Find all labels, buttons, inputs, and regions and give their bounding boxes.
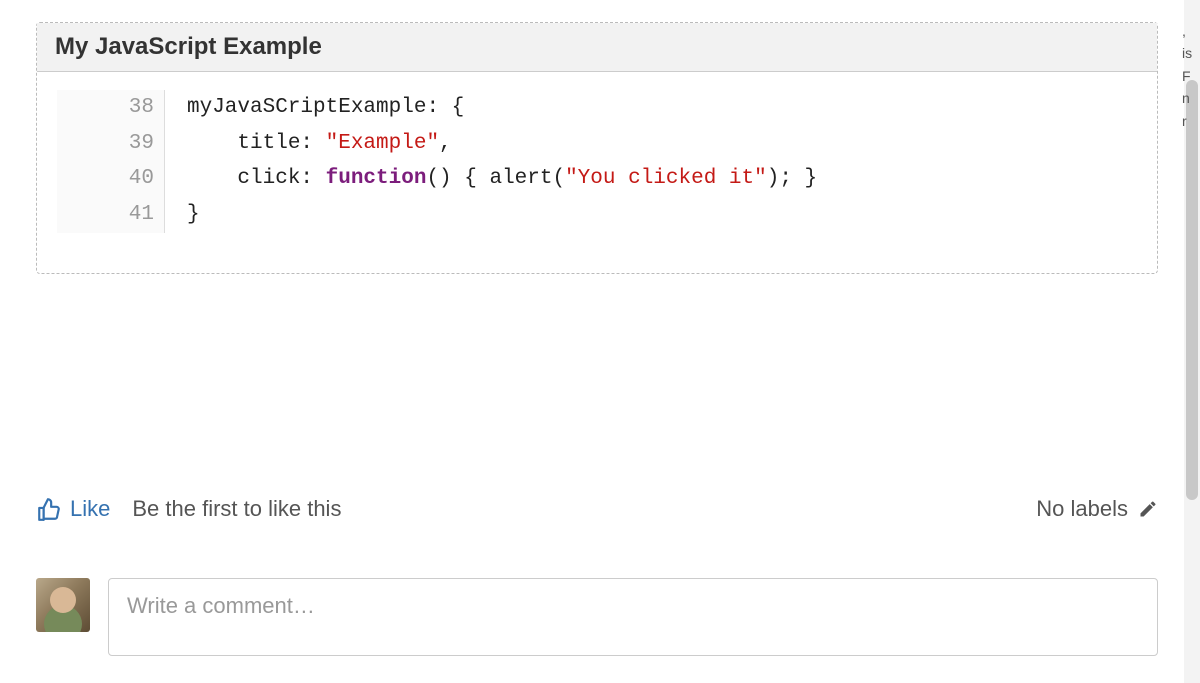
code-token: function xyxy=(326,167,427,190)
code-line: myJavaSCriptExample: { xyxy=(187,90,817,126)
line-number: 41 xyxy=(57,197,154,233)
code-token: click: xyxy=(187,167,326,190)
code-line: click: function() { alert("You clicked i… xyxy=(187,161,817,197)
edit-labels-button[interactable] xyxy=(1138,499,1158,519)
code-token: myJavaSCriptExample: { xyxy=(187,96,464,119)
code-panel-header: My JavaScript Example xyxy=(37,23,1157,72)
line-number: 39 xyxy=(57,126,154,162)
line-number: 40 xyxy=(57,161,154,197)
like-label: Like xyxy=(70,496,110,522)
code-line: } xyxy=(187,197,817,233)
social-row: Like Be the first to like this No labels xyxy=(36,496,1158,522)
code-token: , xyxy=(439,132,452,155)
code-panel-title: My JavaScript Example xyxy=(55,33,322,60)
code-body: 38394041 myJavaSCriptExample: { title: "… xyxy=(37,72,1157,273)
pencil-icon xyxy=(1138,499,1158,519)
code-token: "Example" xyxy=(326,132,439,155)
thumbs-up-icon xyxy=(36,496,62,522)
comment-input[interactable] xyxy=(108,578,1158,656)
no-labels-text: No labels xyxy=(1036,496,1128,522)
code-line-gutter: 38394041 xyxy=(57,90,165,233)
like-hint: Be the first to like this xyxy=(132,496,341,522)
labels-area: No labels xyxy=(1036,496,1158,522)
scrollbar-track[interactable] xyxy=(1184,0,1200,683)
code-line: title: "Example", xyxy=(187,126,817,162)
code-token: title: xyxy=(187,132,326,155)
avatar[interactable] xyxy=(36,578,90,632)
code-panel: My JavaScript Example 38394041 myJavaSCr… xyxy=(36,22,1158,274)
line-number: 38 xyxy=(57,90,154,126)
code-token: "You clicked it" xyxy=(565,167,767,190)
scrollbar-thumb[interactable] xyxy=(1186,80,1198,500)
like-button[interactable]: Like xyxy=(36,496,110,522)
page-root: My JavaScript Example 38394041 myJavaSCr… xyxy=(0,0,1200,683)
code-token: () { alert( xyxy=(426,167,565,190)
code-token: } xyxy=(187,203,200,226)
code-content[interactable]: myJavaSCriptExample: { title: "Example",… xyxy=(165,90,817,233)
code-token: ); } xyxy=(767,167,817,190)
comment-row xyxy=(36,578,1158,656)
